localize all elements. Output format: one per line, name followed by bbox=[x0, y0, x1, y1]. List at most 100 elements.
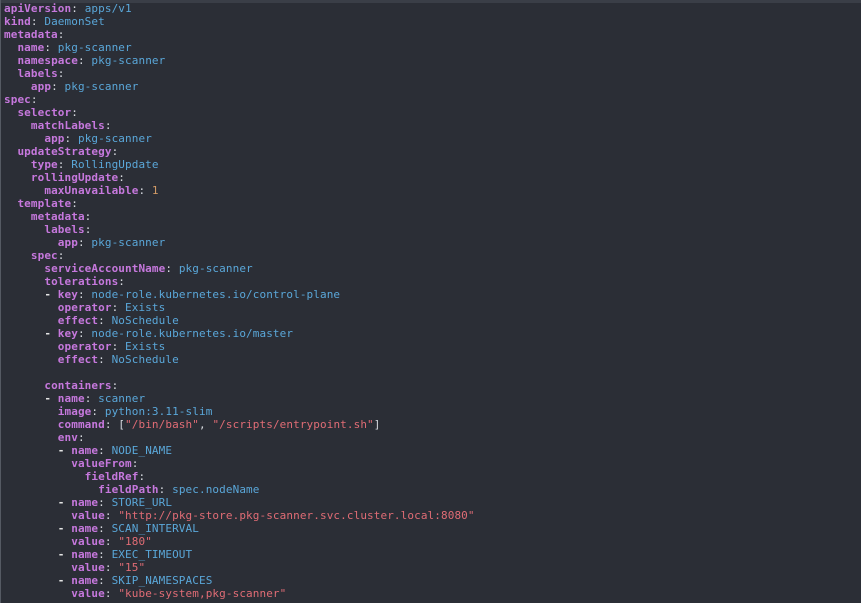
yaml-indent bbox=[4, 80, 31, 93]
code-line[interactable]: value: "http://pkg-store.pkg-scanner.svc… bbox=[4, 509, 861, 522]
code-line[interactable]: fieldRef: bbox=[4, 470, 861, 483]
yaml-colon: : bbox=[104, 587, 119, 600]
code-line[interactable]: labels: bbox=[4, 67, 861, 80]
yaml-indent bbox=[4, 431, 58, 444]
yaml-indent bbox=[4, 483, 98, 496]
code-line[interactable]: operator: Exists bbox=[4, 340, 861, 353]
yaml-value: RollingUpdate bbox=[71, 158, 159, 171]
code-line[interactable]: - name: SKIP_NAMESPACES bbox=[4, 574, 861, 587]
yaml-colon: : bbox=[98, 353, 112, 366]
code-line[interactable]: type: RollingUpdate bbox=[4, 158, 861, 171]
code-line[interactable]: env: bbox=[4, 431, 861, 444]
yaml-indent bbox=[4, 145, 17, 158]
code-line[interactable]: fieldPath: spec.nodeName bbox=[4, 483, 861, 496]
yaml-colon: : bbox=[118, 275, 126, 288]
yaml-key: serviceAccountName bbox=[44, 262, 166, 275]
yaml-indent bbox=[4, 587, 71, 600]
code-line[interactable]: name: pkg-scanner bbox=[4, 41, 861, 54]
yaml-value: pkg-scanner bbox=[57, 41, 132, 54]
code-line[interactable]: selector: bbox=[4, 106, 861, 119]
yaml-indent bbox=[4, 522, 58, 535]
code-line[interactable]: value: "kube-system,pkg-scanner" bbox=[4, 587, 861, 600]
code-line[interactable]: updateStrategy: bbox=[4, 145, 861, 158]
code-line[interactable]: image: python:3.11-slim bbox=[4, 405, 861, 418]
yaml-colon: : bbox=[104, 418, 119, 431]
code-line[interactable]: rollingUpdate: bbox=[4, 171, 861, 184]
yaml-key: name bbox=[17, 41, 45, 54]
code-line[interactable]: operator: Exists bbox=[4, 301, 861, 314]
code-line[interactable]: tolerations: bbox=[4, 275, 861, 288]
yaml-colon: : bbox=[118, 171, 126, 184]
code-line[interactable]: labels: bbox=[4, 223, 861, 236]
yaml-indent bbox=[4, 548, 58, 561]
yaml-colon: : bbox=[138, 470, 146, 483]
yaml-colon: : bbox=[57, 28, 65, 41]
yaml-key: effect bbox=[57, 314, 99, 327]
yaml-colon: : bbox=[111, 301, 126, 314]
yaml-key: spec bbox=[30, 249, 58, 262]
code-line[interactable]: effect: NoSchedule bbox=[4, 353, 861, 366]
yaml-value: NoSchedule bbox=[111, 353, 179, 366]
yaml-key: name bbox=[71, 574, 99, 587]
code-line[interactable]: containers: bbox=[4, 379, 861, 392]
code-line[interactable]: metadata: bbox=[4, 28, 861, 41]
yaml-punctuation: , bbox=[198, 418, 213, 431]
yaml-colon: : bbox=[111, 340, 126, 353]
code-line[interactable]: - name: scanner bbox=[4, 392, 861, 405]
yaml-key: app bbox=[57, 236, 78, 249]
code-line[interactable]: template: bbox=[4, 197, 861, 210]
code-line[interactable]: namespace: pkg-scanner bbox=[4, 54, 861, 67]
code-line[interactable]: - name: STORE_URL bbox=[4, 496, 861, 509]
code-line[interactable]: value: "15" bbox=[4, 561, 861, 574]
yaml-code-area[interactable]: apiVersion: apps/v1 kind: DaemonSet metada… bbox=[4, 2, 861, 600]
code-line[interactable]: - name: EXEC_TIMEOUT bbox=[4, 548, 861, 561]
code-line[interactable]: metadata: bbox=[4, 210, 861, 223]
yaml-indent bbox=[4, 171, 31, 184]
code-line[interactable]: - name: SCAN_INTERVAL bbox=[4, 522, 861, 535]
yaml-key: rollingUpdate bbox=[30, 171, 119, 184]
yaml-key: fieldRef bbox=[84, 470, 139, 483]
code-line[interactable]: command: ["/bin/bash", "/scripts/entrypo… bbox=[4, 418, 861, 431]
yaml-list-dash: - bbox=[44, 327, 58, 340]
yaml-indent bbox=[4, 405, 58, 418]
yaml-value: SKIP_NAMESPACES bbox=[111, 574, 213, 587]
yaml-value: spec.nodeName bbox=[172, 483, 260, 496]
yaml-key: env bbox=[57, 431, 78, 444]
code-line[interactable]: app: pkg-scanner bbox=[4, 80, 861, 93]
yaml-number: 1 bbox=[151, 184, 159, 197]
yaml-indent bbox=[4, 509, 71, 522]
yaml-colon: : bbox=[57, 249, 65, 262]
code-line[interactable]: - key: node-role.kubernetes.io/control-p… bbox=[4, 288, 861, 301]
code-line[interactable]: effect: NoSchedule bbox=[4, 314, 861, 327]
yaml-indent bbox=[4, 262, 44, 275]
code-editor[interactable]: apiVersion: apps/v1 kind: DaemonSet metada… bbox=[0, 0, 861, 603]
code-line[interactable]: spec: bbox=[4, 93, 861, 106]
yaml-value: NODE_NAME bbox=[111, 444, 173, 457]
code-line[interactable]: valueFrom: bbox=[4, 457, 861, 470]
yaml-list-dash: - bbox=[44, 288, 58, 301]
code-line[interactable]: serviceAccountName: pkg-scanner bbox=[4, 262, 861, 275]
code-line[interactable]: value: "180" bbox=[4, 535, 861, 548]
yaml-indent bbox=[4, 314, 58, 327]
yaml-string: "/bin/bash" bbox=[125, 418, 199, 431]
code-line[interactable]: matchLabels: bbox=[4, 119, 861, 132]
code-line[interactable] bbox=[4, 366, 861, 379]
yaml-colon: : bbox=[30, 15, 45, 28]
code-line[interactable]: app: pkg-scanner bbox=[4, 236, 861, 249]
code-line[interactable]: apiVersion: apps/v1 bbox=[4, 2, 861, 15]
yaml-key: image bbox=[57, 405, 92, 418]
yaml-value: EXEC_TIMEOUT bbox=[111, 548, 193, 561]
code-line[interactable]: app: pkg-scanner bbox=[4, 132, 861, 145]
code-line[interactable]: kind: DaemonSet bbox=[4, 15, 861, 28]
code-line[interactable]: maxUnavailable: 1 bbox=[4, 184, 861, 197]
code-line[interactable]: spec: bbox=[4, 249, 861, 262]
yaml-colon: : bbox=[91, 405, 105, 418]
yaml-key: template bbox=[17, 197, 72, 210]
code-line[interactable]: - name: NODE_NAME bbox=[4, 444, 861, 457]
yaml-colon: : bbox=[138, 184, 152, 197]
yaml-colon: : bbox=[84, 210, 92, 223]
yaml-colon: : bbox=[98, 574, 112, 587]
yaml-value: DaemonSet bbox=[44, 15, 105, 28]
code-line[interactable]: - key: node-role.kubernetes.io/master bbox=[4, 327, 861, 340]
yaml-colon: : bbox=[98, 444, 112, 457]
